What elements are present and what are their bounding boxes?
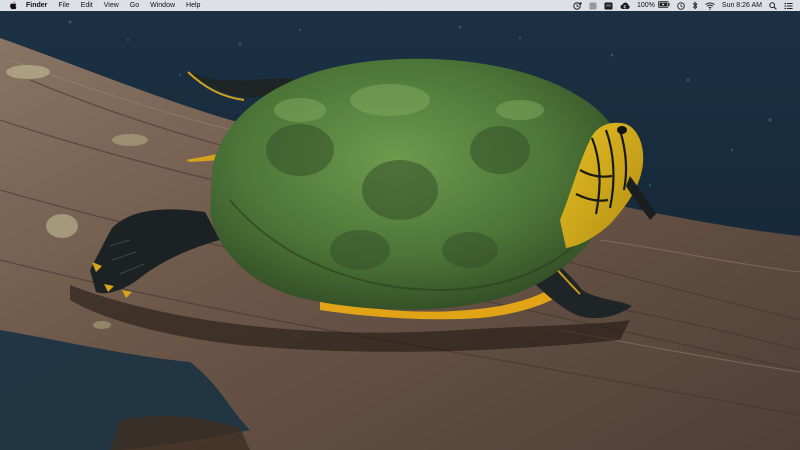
apple-icon[interactable]: [9, 1, 17, 10]
clock[interactable]: Sun 8:26 AM: [722, 0, 762, 11]
desktop: Finder File Edit View Go Window Help 100…: [0, 0, 800, 450]
activity-icon[interactable]: [573, 0, 582, 11]
menu-window[interactable]: Window: [150, 0, 175, 11]
creative-cloud-icon[interactable]: [620, 0, 630, 11]
battery-status[interactable]: 100%: [637, 1, 670, 10]
notification-center-icon[interactable]: [784, 0, 793, 11]
battery-icon: [658, 1, 670, 10]
menu-file[interactable]: File: [58, 0, 69, 11]
menu-help[interactable]: Help: [186, 0, 200, 11]
menu-bar-status: 100% Sun 8:26 AM: [566, 0, 800, 11]
menu-go[interactable]: Go: [130, 0, 139, 11]
battery-percent: 100%: [637, 2, 655, 9]
menu-edit[interactable]: Edit: [81, 0, 93, 11]
menu-app-finder[interactable]: Finder: [26, 0, 47, 11]
wifi-icon[interactable]: [705, 0, 715, 11]
time-machine-icon[interactable]: [677, 0, 685, 11]
menu-bar: Finder File Edit View Go Window Help 100…: [0, 0, 800, 11]
menu-view[interactable]: View: [104, 0, 119, 11]
gray-square-icon[interactable]: [589, 0, 597, 11]
bluetooth-icon[interactable]: [692, 0, 698, 11]
desktop-wallpaper: [0, 0, 800, 450]
search-icon[interactable]: [769, 0, 777, 11]
menu-bar-left: Finder File Edit View Go Window Help: [0, 0, 211, 11]
screen-icon[interactable]: [604, 0, 613, 11]
